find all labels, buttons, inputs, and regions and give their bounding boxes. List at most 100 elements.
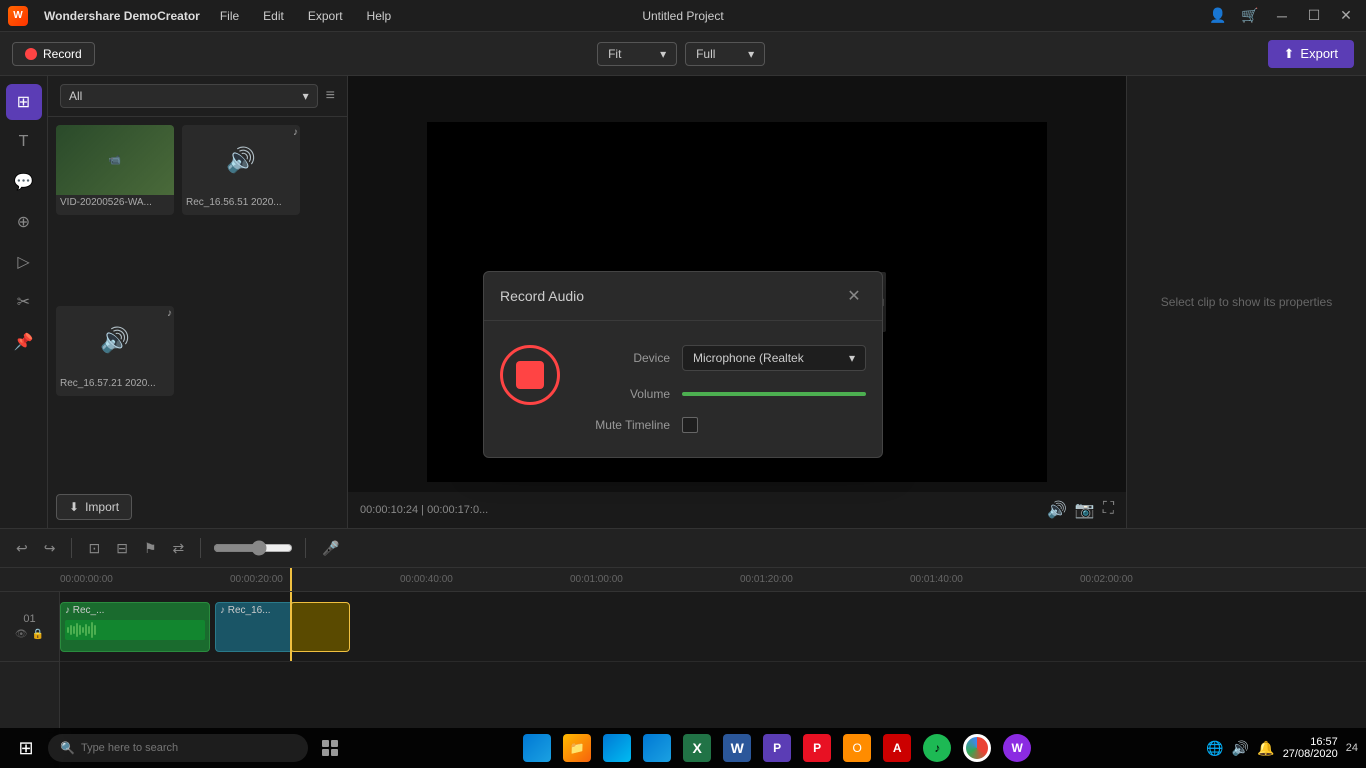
taskbar-app5[interactable]: W bbox=[999, 730, 1035, 766]
media-item[interactable]: 🔊 ♪ Rec_16.57.21 2020... bbox=[56, 306, 174, 396]
media-item[interactable]: 📹 VID-20200526-WA... bbox=[56, 125, 174, 215]
undo-button[interactable]: ↩ bbox=[12, 536, 32, 561]
network-icon[interactable]: 🌐 bbox=[1206, 740, 1223, 757]
export-button[interactable]: ⬆ Export bbox=[1268, 40, 1354, 68]
spotify-icon: ♪ bbox=[923, 734, 951, 762]
record-big-button[interactable] bbox=[500, 345, 560, 405]
playhead-marker bbox=[290, 568, 292, 591]
title-bar: W Wondershare DemoCreator File Edit Expo… bbox=[0, 0, 1366, 32]
marker-button[interactable]: ⚑ bbox=[140, 536, 161, 561]
sidebar-item-tools[interactable]: ✂ bbox=[6, 284, 42, 320]
taskbar-excel[interactable]: X bbox=[679, 730, 715, 766]
maximize-button[interactable]: ☐ bbox=[1302, 4, 1326, 28]
microphone-button[interactable]: 🎤 bbox=[318, 536, 343, 561]
taskbar-app1[interactable]: P bbox=[759, 730, 795, 766]
preview-right-controls: 🔊 📷 ⛶ bbox=[1047, 500, 1114, 520]
sidebar-item-effects[interactable]: ⊕ bbox=[6, 204, 42, 240]
taskbar-app3[interactable]: O bbox=[839, 730, 875, 766]
task-view-icon bbox=[322, 740, 338, 756]
word-icon: W bbox=[723, 734, 751, 762]
search-bar[interactable]: 🔍 bbox=[48, 734, 308, 762]
record-stop-icon bbox=[516, 361, 544, 389]
record-button[interactable]: Record bbox=[12, 42, 95, 66]
sidebar-item-transition[interactable]: ▷ bbox=[6, 244, 42, 280]
filter-dropdown[interactable]: All ▾ bbox=[60, 84, 318, 108]
sidebar-item-pin[interactable]: 📌 bbox=[6, 324, 42, 360]
taskbar-chrome[interactable] bbox=[959, 730, 995, 766]
user-icon[interactable]: 👤 bbox=[1206, 4, 1230, 28]
sidebar-item-media[interactable]: ⊞ bbox=[6, 84, 42, 120]
media-item[interactable]: 🔊 ♪ Rec_16.56.51 2020... bbox=[182, 125, 300, 215]
modal-close-button[interactable]: ✕ bbox=[842, 284, 866, 308]
device-value: Microphone (Realtek bbox=[693, 351, 804, 365]
clock[interactable]: 16:57 27/08/2020 bbox=[1283, 736, 1338, 760]
eye-icon[interactable]: 👁 bbox=[15, 629, 28, 640]
volume-icon[interactable]: 🔊 bbox=[1047, 500, 1067, 520]
volume-slider[interactable] bbox=[213, 536, 293, 560]
time-display: 16:57 bbox=[1283, 736, 1338, 748]
start-button[interactable]: ⊞ bbox=[8, 730, 44, 766]
taskbar-explorer[interactable]: 📁 bbox=[559, 730, 595, 766]
volume-bar[interactable] bbox=[682, 392, 866, 396]
split-button[interactable]: ⊟ bbox=[112, 536, 132, 561]
sound-icon[interactable]: 🔊 bbox=[1232, 740, 1249, 757]
full-dropdown[interactable]: Full ▾ bbox=[685, 42, 765, 66]
track-icons: 👁 🔒 bbox=[15, 629, 44, 640]
taskbar-mail[interactable] bbox=[639, 730, 675, 766]
minimize-button[interactable]: ─ bbox=[1270, 4, 1294, 28]
excel-icon: X bbox=[683, 734, 711, 762]
media-item-label: VID-20200526-WA... bbox=[56, 195, 174, 210]
clip[interactable]: ♪ Rec_... bbox=[60, 602, 210, 652]
menu-icon[interactable]: ≡ bbox=[326, 87, 335, 105]
chrome-icon bbox=[963, 734, 991, 762]
search-input[interactable] bbox=[81, 742, 296, 754]
device-dropdown[interactable]: Microphone (Realtek ▾ bbox=[682, 345, 866, 371]
notification-icon[interactable]: 🔔 bbox=[1257, 740, 1274, 757]
properties-panel: Select clip to show its properties bbox=[1126, 76, 1366, 528]
task-view-button[interactable] bbox=[312, 730, 348, 766]
taskbar-apps: 📁 X W P P O A ♪ W bbox=[352, 730, 1202, 766]
export-icon: ⬆ bbox=[1284, 46, 1295, 62]
lock-icon[interactable]: 🔒 bbox=[32, 629, 44, 640]
close-button[interactable]: ✕ bbox=[1334, 4, 1358, 28]
properties-hint: Select clip to show its properties bbox=[1161, 295, 1332, 309]
taskbar-app4[interactable]: A bbox=[879, 730, 915, 766]
cart-icon[interactable]: 🛒 bbox=[1238, 4, 1262, 28]
transition-button[interactable]: ⇄ bbox=[169, 536, 189, 561]
clip-selected[interactable] bbox=[290, 602, 350, 652]
mute-row: Mute Timeline bbox=[580, 417, 866, 433]
record-audio-dialog[interactable]: Record Audio ✕ Device Microphone (Realte… bbox=[483, 271, 883, 458]
menu-file[interactable]: File bbox=[216, 7, 243, 25]
fullscreen-icon[interactable]: ⛶ bbox=[1103, 500, 1114, 520]
screenshot-icon[interactable]: 📷 bbox=[1075, 500, 1095, 520]
sidebar-item-text[interactable]: T bbox=[6, 124, 42, 160]
taskbar-system-icons: 🌐 🔊 🔔 bbox=[1206, 740, 1274, 757]
start-icon: ⊞ bbox=[18, 738, 33, 759]
sidebar-item-comments[interactable]: 💬 bbox=[6, 164, 42, 200]
taskbar-app2[interactable]: P bbox=[799, 730, 835, 766]
redo-button[interactable]: ↪ bbox=[40, 536, 60, 561]
taskbar-edge[interactable] bbox=[519, 730, 555, 766]
taskbar-store[interactable] bbox=[599, 730, 635, 766]
date-display: 27/08/2020 bbox=[1283, 748, 1338, 760]
chevron-down-icon: ▾ bbox=[660, 47, 666, 61]
time-mark: 00:01:20:00 bbox=[740, 574, 793, 585]
menu-edit[interactable]: Edit bbox=[259, 7, 288, 25]
audio-thumb: 🔊 bbox=[182, 125, 300, 195]
time-mark: 00:01:40:00 bbox=[910, 574, 963, 585]
mute-checkbox[interactable] bbox=[682, 417, 698, 433]
title-center: Untitled Project bbox=[642, 9, 723, 23]
fit-dropdown[interactable]: Fit ▾ bbox=[597, 42, 677, 66]
app-logo: W bbox=[8, 6, 28, 26]
taskbar-word[interactable]: W bbox=[719, 730, 755, 766]
crop-button[interactable]: ⊡ bbox=[84, 536, 104, 561]
menu-export[interactable]: Export bbox=[304, 7, 347, 25]
time-mark: 00:02:00:00 bbox=[1080, 574, 1133, 585]
modal-body: Device Microphone (Realtek ▾ Volume Mute… bbox=[484, 321, 882, 457]
media-grid: 📹 VID-20200526-WA... 🔊 ♪ Rec_16.56.51 20… bbox=[48, 117, 347, 486]
menu-help[interactable]: Help bbox=[363, 7, 396, 25]
preview-time: 00:00:10:24 | 00:00:17:0... bbox=[360, 504, 488, 516]
app-name: Wondershare DemoCreator bbox=[44, 9, 200, 23]
import-button[interactable]: ⬇ Import bbox=[56, 494, 132, 520]
taskbar-spotify[interactable]: ♪ bbox=[919, 730, 955, 766]
